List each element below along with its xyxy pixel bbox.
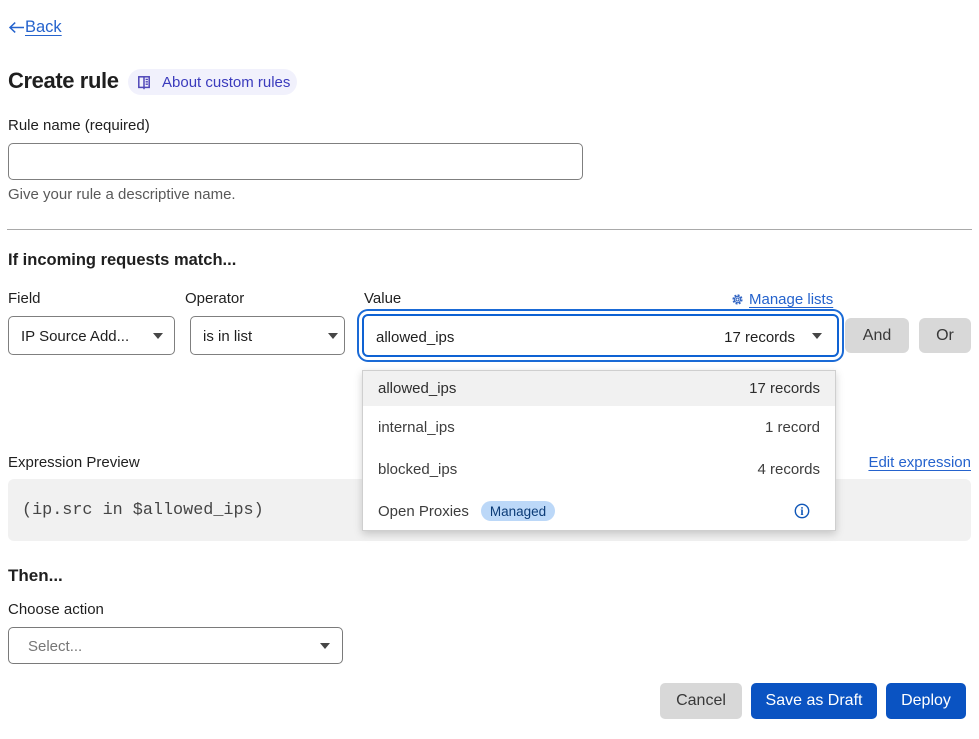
svg-text:i: i [800, 506, 804, 518]
